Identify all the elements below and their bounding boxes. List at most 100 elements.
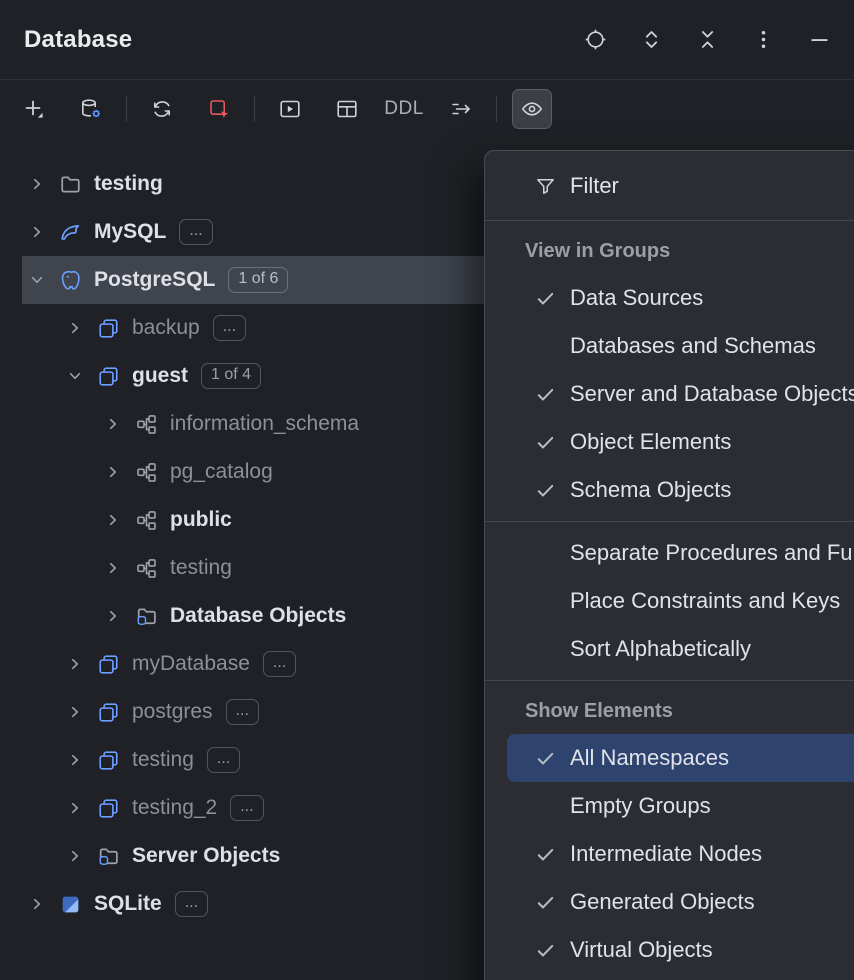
query-console-button[interactable] xyxy=(270,89,310,129)
menu-item-label: Separate Procedures and Functions xyxy=(570,540,854,566)
chevron-right-icon[interactable] xyxy=(64,749,86,771)
view-options-button[interactable] xyxy=(512,89,552,129)
tree-item-label: SQLite xyxy=(94,892,162,916)
more-options-button[interactable] xyxy=(749,25,778,54)
check-icon xyxy=(533,939,558,962)
ddl-button[interactable]: DDL xyxy=(384,89,424,129)
toolbar-separator xyxy=(254,96,255,122)
database-icon xyxy=(96,797,121,820)
refresh-button[interactable] xyxy=(142,89,182,129)
mysql-icon xyxy=(58,221,83,244)
titlebar: Database xyxy=(0,0,854,80)
tree-item-label: information_schema xyxy=(170,412,359,436)
refresh-icon xyxy=(150,97,174,121)
chevron-right-icon[interactable] xyxy=(64,317,86,339)
new-button[interactable] xyxy=(14,89,54,129)
menu-item-label: Sort Alphabetically xyxy=(570,636,751,662)
tree-item-label: testing xyxy=(132,748,194,772)
open-table-button[interactable] xyxy=(327,89,367,129)
expand-all-button[interactable] xyxy=(637,25,666,54)
database-tool-window: Database DDL testingMySQL...PostgreSQL1 … xyxy=(0,0,854,980)
tree-item-label: PostgreSQL xyxy=(94,268,215,292)
locate-button[interactable] xyxy=(581,25,610,54)
data-source-properties-button[interactable] xyxy=(71,89,111,129)
item-count-badge: ... xyxy=(263,651,296,677)
menu-item-virtual-objects[interactable]: Virtual Objects xyxy=(507,926,854,974)
minimize-icon xyxy=(807,27,832,52)
item-count-badge: ... xyxy=(175,891,208,917)
item-count-badge: 1 of 6 xyxy=(228,267,288,293)
toolbar: DDL xyxy=(0,80,854,138)
menu-item-place-constraints-and-keys[interactable]: Place Constraints and Keys xyxy=(507,577,854,625)
collapse-icon xyxy=(695,27,720,52)
filter-menu-item[interactable]: Filter xyxy=(507,159,854,213)
check-icon xyxy=(533,843,558,866)
separator xyxy=(485,220,854,221)
chevron-right-icon[interactable] xyxy=(64,701,86,723)
jump-to-ddl-button[interactable] xyxy=(441,89,481,129)
menu-item-empty-groups[interactable]: Empty Groups xyxy=(507,782,854,830)
titlebar-actions xyxy=(581,25,834,54)
item-count-badge: ... xyxy=(230,795,263,821)
chevron-right-icon[interactable] xyxy=(64,653,86,675)
separator xyxy=(485,680,854,681)
menu-item-separate-procedures-and-functions[interactable]: Separate Procedures and Functions xyxy=(507,529,854,577)
eye-icon xyxy=(520,97,544,121)
menu-item-all-namespaces[interactable]: All Namespaces xyxy=(507,734,854,782)
section-header: Show Elements xyxy=(485,688,854,734)
item-count-badge: ... xyxy=(207,747,240,773)
chevron-right-icon[interactable] xyxy=(26,173,48,195)
tree-item-label: testing xyxy=(170,556,232,580)
chevron-right-icon[interactable] xyxy=(102,605,124,627)
filter-label: Filter xyxy=(570,173,619,199)
tree-item-label: Server Objects xyxy=(132,844,280,868)
database-icon xyxy=(96,749,121,772)
menu-item-generated-objects[interactable]: Generated Objects xyxy=(507,878,854,926)
collapse-all-button[interactable] xyxy=(693,25,722,54)
chevron-right-icon[interactable] xyxy=(102,461,124,483)
menu-item-label: Place Constraints and Keys xyxy=(570,588,840,614)
locate-icon xyxy=(583,27,608,52)
menu-item-data-sources[interactable]: Data Sources xyxy=(507,274,854,322)
tree-item-label: backup xyxy=(132,316,200,340)
schema-icon xyxy=(134,461,159,484)
menu-item-intermediate-nodes[interactable]: Intermediate Nodes xyxy=(507,830,854,878)
chevron-right-icon[interactable] xyxy=(64,845,86,867)
menu-item-object-elements[interactable]: Object Elements xyxy=(507,418,854,466)
check-icon xyxy=(533,891,558,914)
hide-button[interactable] xyxy=(805,25,834,54)
item-count-badge: ... xyxy=(226,699,259,725)
chevron-down-icon[interactable] xyxy=(64,365,86,387)
db-folder-icon xyxy=(96,845,121,868)
menu-item-label: Empty Groups xyxy=(570,793,711,819)
chevron-right-icon[interactable] xyxy=(26,893,48,915)
postgresql-icon xyxy=(58,269,83,292)
chevron-right-icon[interactable] xyxy=(102,509,124,531)
schema-icon xyxy=(134,557,159,580)
menu-item-label: Generated Objects xyxy=(570,889,755,915)
check-icon xyxy=(533,431,558,454)
chevron-right-icon[interactable] xyxy=(102,413,124,435)
add-icon xyxy=(22,97,46,121)
menu-item-sort-alphabetically[interactable]: Sort Alphabetically xyxy=(507,625,854,673)
chevron-right-icon[interactable] xyxy=(26,221,48,243)
deactivate-button[interactable] xyxy=(199,89,239,129)
chevron-right-icon[interactable] xyxy=(64,797,86,819)
tree-item-label: postgres xyxy=(132,700,213,724)
check-icon xyxy=(533,479,558,502)
tree-item-label: Database Objects xyxy=(170,604,346,628)
menu-item-databases-and-schemas[interactable]: Databases and Schemas xyxy=(507,322,854,370)
check-icon xyxy=(533,287,558,310)
db-folder-icon xyxy=(134,605,159,628)
chevron-right-icon[interactable] xyxy=(102,557,124,579)
funnel-icon xyxy=(533,175,558,198)
menu-item-label: Object Elements xyxy=(570,429,731,455)
section-header: View in Groups xyxy=(485,228,854,274)
view-options-popup-body: Filter View in GroupsData SourcesDatabase… xyxy=(485,159,854,974)
menu-item-server-and-database-objects[interactable]: Server and Database Objects xyxy=(507,370,854,418)
item-count-badge: ... xyxy=(179,219,212,245)
menu-item-schema-objects[interactable]: Schema Objects xyxy=(507,466,854,514)
chevron-down-icon[interactable] xyxy=(26,269,48,291)
item-count-badge: ... xyxy=(213,315,246,341)
tree-item-label: public xyxy=(170,508,232,532)
